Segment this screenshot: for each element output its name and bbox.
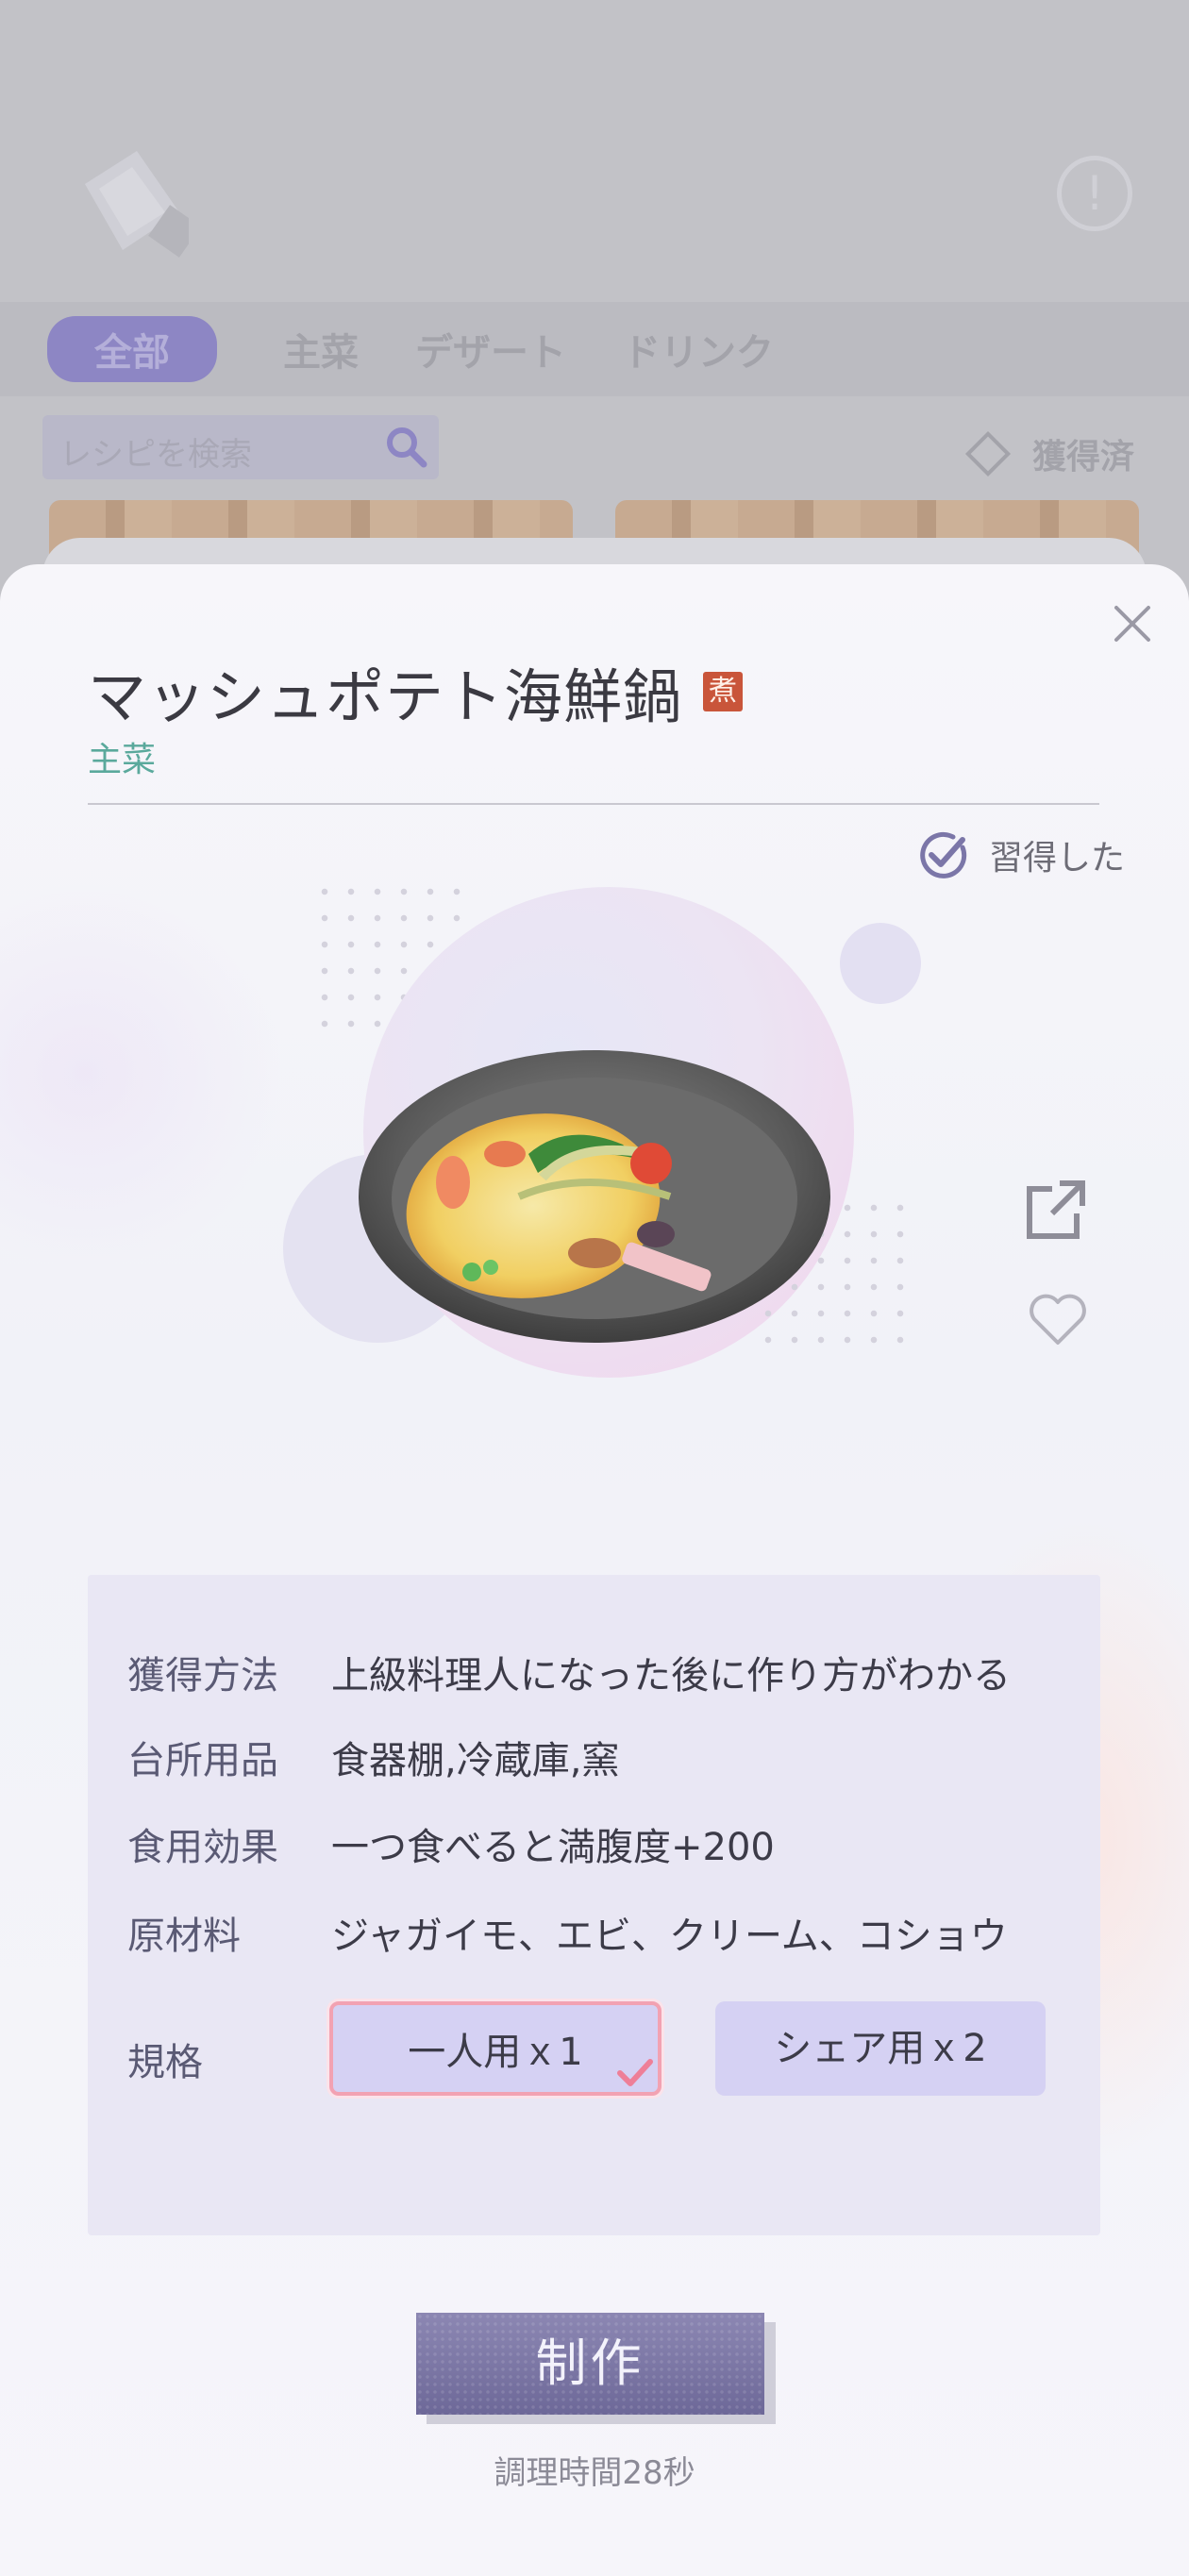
spec-option-share[interactable]: シェア用ｘ2 (715, 2001, 1046, 2096)
info-row-kitchenware: 台所用品 食器棚,冷蔵庫,窯 (127, 1730, 619, 1784)
spec-label: 規格 (127, 2041, 203, 2084)
search-placeholder: レシピを検索 (59, 436, 252, 474)
info-label: 台所用品 (127, 1739, 278, 1782)
heart-icon[interactable] (1027, 1291, 1089, 1347)
recipe-info-panel: 獲得方法 上級料理人になった後に作り方がわかる 台所用品 食器棚,冷蔵庫,窯 食… (88, 1575, 1100, 2235)
share-icon[interactable] (1024, 1176, 1090, 1242)
spec-option-single[interactable]: 一人用ｘ1 (329, 2001, 661, 2096)
owned-filter-label: 獲得済 (1032, 438, 1135, 477)
glow-decoration (0, 876, 283, 1272)
spec-option-label: シェア用ｘ2 (774, 2027, 987, 2070)
recipe-detail-sheet: マッシュポテト海鮮鍋 煮 主菜 習得した 獲得方法 上級料理人になった後に作り方… (0, 564, 1189, 2576)
info-value: 一つ食べると満腹度+200 (331, 1826, 775, 1869)
tab-all: 全部 (47, 316, 217, 382)
info-label: 獲得方法 (127, 1654, 278, 1698)
info-value: ジャガイモ、エビ、クリーム、コショウ (331, 1915, 1008, 1958)
background-owned-filter: 獲得済 (964, 429, 1135, 478)
recipe-title: マッシュポテト海鮮鍋 (88, 662, 683, 731)
info-value: 上級料理人になった後に作り方がわかる (331, 1654, 1011, 1698)
tab-drink: ドリンク (623, 331, 774, 375)
title-row: マッシュポテト海鮮鍋 煮 (88, 649, 744, 734)
tab-dessert: デザート (415, 331, 566, 375)
info-icon: ! (1057, 156, 1132, 231)
tab-main: 主菜 (283, 331, 359, 375)
close-icon[interactable] (1109, 600, 1156, 647)
info-row-effect: 食用効果 一つ食べると満腹度+200 (127, 1816, 775, 1871)
make-button[interactable]: 制作 (416, 2313, 764, 2415)
info-label: 原材料 (127, 1915, 241, 1958)
dish-image (359, 1050, 830, 1343)
check-circle-icon (920, 831, 967, 878)
divider (88, 803, 1099, 805)
spec-option-label: 一人用ｘ1 (408, 2031, 583, 2074)
back-icon (85, 151, 189, 258)
background-tabs: 全部 主菜 デザート ドリンク (47, 316, 830, 382)
learned-label: 習得した (989, 839, 1126, 878)
search-icon (387, 427, 427, 468)
info-label: 食用効果 (127, 1826, 278, 1869)
info-row-ingredients: 原材料 ジャガイモ、エビ、クリーム、コショウ (127, 1905, 1008, 1960)
checkmark-icon (617, 2059, 653, 2086)
info-value: 食器棚,冷蔵庫,窯 (331, 1739, 620, 1782)
cooking-method-badge: 煮 (703, 672, 744, 711)
diamond-icon (964, 430, 1012, 477)
recipe-category: 主菜 (88, 741, 157, 779)
info-row-acquire-method: 獲得方法 上級料理人になった後に作り方がわかる (127, 1645, 1011, 1699)
cooking-time: 調理時間28秒 (494, 2454, 695, 2492)
learned-status: 習得した (915, 827, 1125, 883)
background-search-field: レシピを検索 (42, 415, 439, 479)
